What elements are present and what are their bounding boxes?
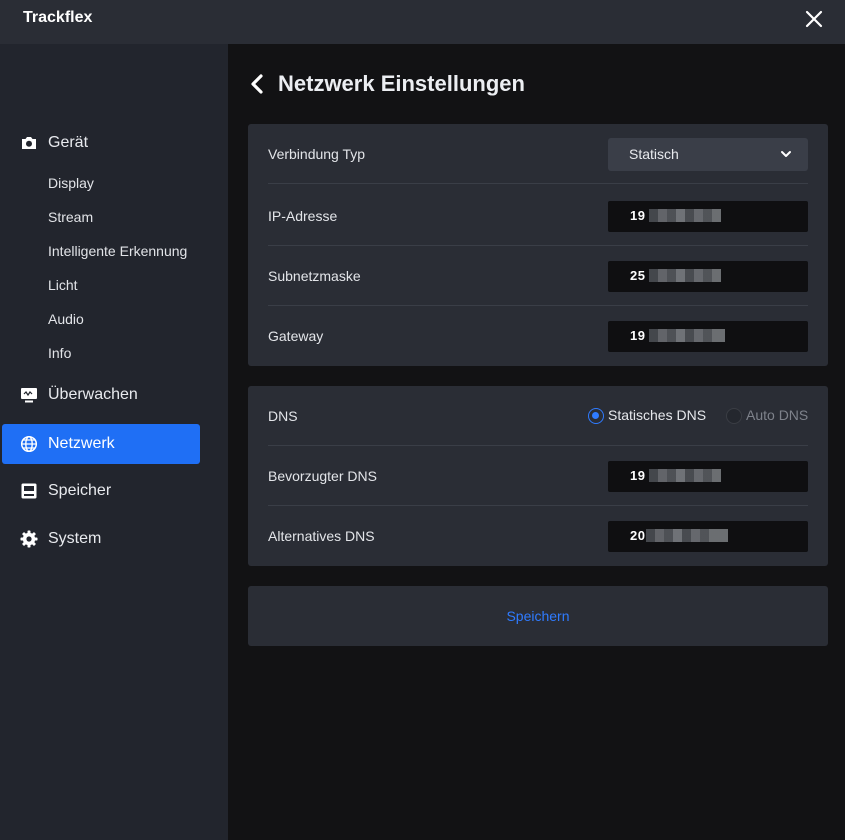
gateway-input[interactable]: 19 <box>608 321 808 352</box>
sidebar-item-netzwerk[interactable]: Netzwerk <box>2 424 200 464</box>
app-title: Trackflex <box>23 9 93 26</box>
ip-address-row: IP-Adresse 19 <box>268 186 808 246</box>
gateway-row: Gateway 19 <box>268 306 808 366</box>
subnet-mask-row: Subnetzmaske 25 <box>268 246 808 306</box>
sidebar-item-speicher[interactable]: Speicher <box>2 471 200 511</box>
auto-dns-label: Auto DNS <box>746 407 809 423</box>
chevron-down-icon <box>781 151 791 157</box>
sidebar-subitem-licht[interactable]: Licht <box>48 277 78 293</box>
subnet-mask-label: Subnetzmaske <box>268 268 361 284</box>
preferred-dns-label: Bevorzugter DNS <box>268 468 377 484</box>
sidebar-subitem-intelligente-erkennung[interactable]: Intelligente Erkennung <box>48 243 187 259</box>
redaction-mask <box>649 329 725 342</box>
connection-type-value: Statisch <box>629 146 679 162</box>
save-button-label: Speichern <box>506 608 570 624</box>
sidebar: Gerät Display Stream Intelligente Erkenn… <box>0 44 228 840</box>
connection-type-row: Verbindung Typ Statisch <box>268 124 808 184</box>
dns-settings-card: DNS Statisches DNS Auto DNS Bevorzugter … <box>248 386 828 566</box>
redaction-mask <box>649 469 721 482</box>
close-icon <box>805 10 823 28</box>
alternative-dns-input[interactable]: 20 <box>608 521 808 552</box>
camera-icon <box>22 137 36 149</box>
sidebar-item-label: System <box>48 530 102 547</box>
sidebar-item-label: Überwachen <box>48 386 138 403</box>
alternative-dns-value: 20 <box>630 528 646 543</box>
sidebar-item-ueberwachen[interactable]: Überwachen <box>2 375 200 415</box>
sidebar-item-label: Speicher <box>48 482 112 499</box>
sidebar-item-label: Gerät <box>48 134 89 151</box>
subnet-mask-value: 25 <box>630 268 646 283</box>
gateway-value: 19 <box>630 328 646 343</box>
connection-type-label: Verbindung Typ <box>268 146 366 162</box>
close-button[interactable] <box>801 6 827 32</box>
save-button[interactable]: Speichern <box>248 586 828 646</box>
sidebar-item-geraet[interactable]: Gerät <box>2 123 200 163</box>
gateway-label: Gateway <box>268 328 324 344</box>
dns-mode-row: DNS Statisches DNS Auto DNS <box>268 386 808 446</box>
gear-icon <box>20 530 38 548</box>
sidebar-subitem-info[interactable]: Info <box>48 345 71 361</box>
ip-address-value: 19 <box>630 208 646 223</box>
sidebar-subitem-stream[interactable]: Stream <box>48 209 93 225</box>
connection-type-select[interactable]: Statisch <box>608 138 808 171</box>
alternative-dns-row: Alternatives DNS 20 <box>268 506 808 566</box>
preferred-dns-value: 19 <box>630 468 646 483</box>
subnet-mask-input[interactable]: 25 <box>608 261 808 292</box>
alternative-dns-label: Alternatives DNS <box>268 528 375 544</box>
sidebar-item-label: Netzwerk <box>48 435 115 452</box>
sidebar-subitem-display[interactable]: Display <box>48 175 94 191</box>
chevron-left-icon[interactable] <box>248 73 268 95</box>
preferred-dns-input[interactable]: 19 <box>608 461 808 492</box>
redaction-mask <box>646 529 728 542</box>
dns-label: DNS <box>268 408 298 424</box>
ip-address-input[interactable]: 19 <box>608 201 808 232</box>
radio-selected-icon <box>588 408 604 424</box>
ip-address-label: IP-Adresse <box>268 208 338 224</box>
page-title: Netzwerk Einstellungen <box>278 71 525 96</box>
preferred-dns-row: Bevorzugter DNS 19 <box>268 446 808 506</box>
redaction-mask <box>649 269 721 282</box>
globe-icon <box>20 435 38 453</box>
dns-mode-radio-group: Statisches DNS Auto DNS <box>588 407 808 427</box>
sidebar-item-system[interactable]: System <box>2 519 200 559</box>
sidebar-subitem-audio[interactable]: Audio <box>48 311 84 327</box>
storage-icon <box>21 483 37 499</box>
monitor-icon <box>21 388 37 403</box>
radio-unselected-icon <box>726 408 742 424</box>
static-dns-label: Statisches DNS <box>608 407 707 423</box>
title-bar: Trackflex <box>0 0 845 44</box>
redaction-mask <box>649 209 721 222</box>
network-settings-card: Verbindung Typ Statisch IP-Adresse 19 Su… <box>248 124 828 366</box>
